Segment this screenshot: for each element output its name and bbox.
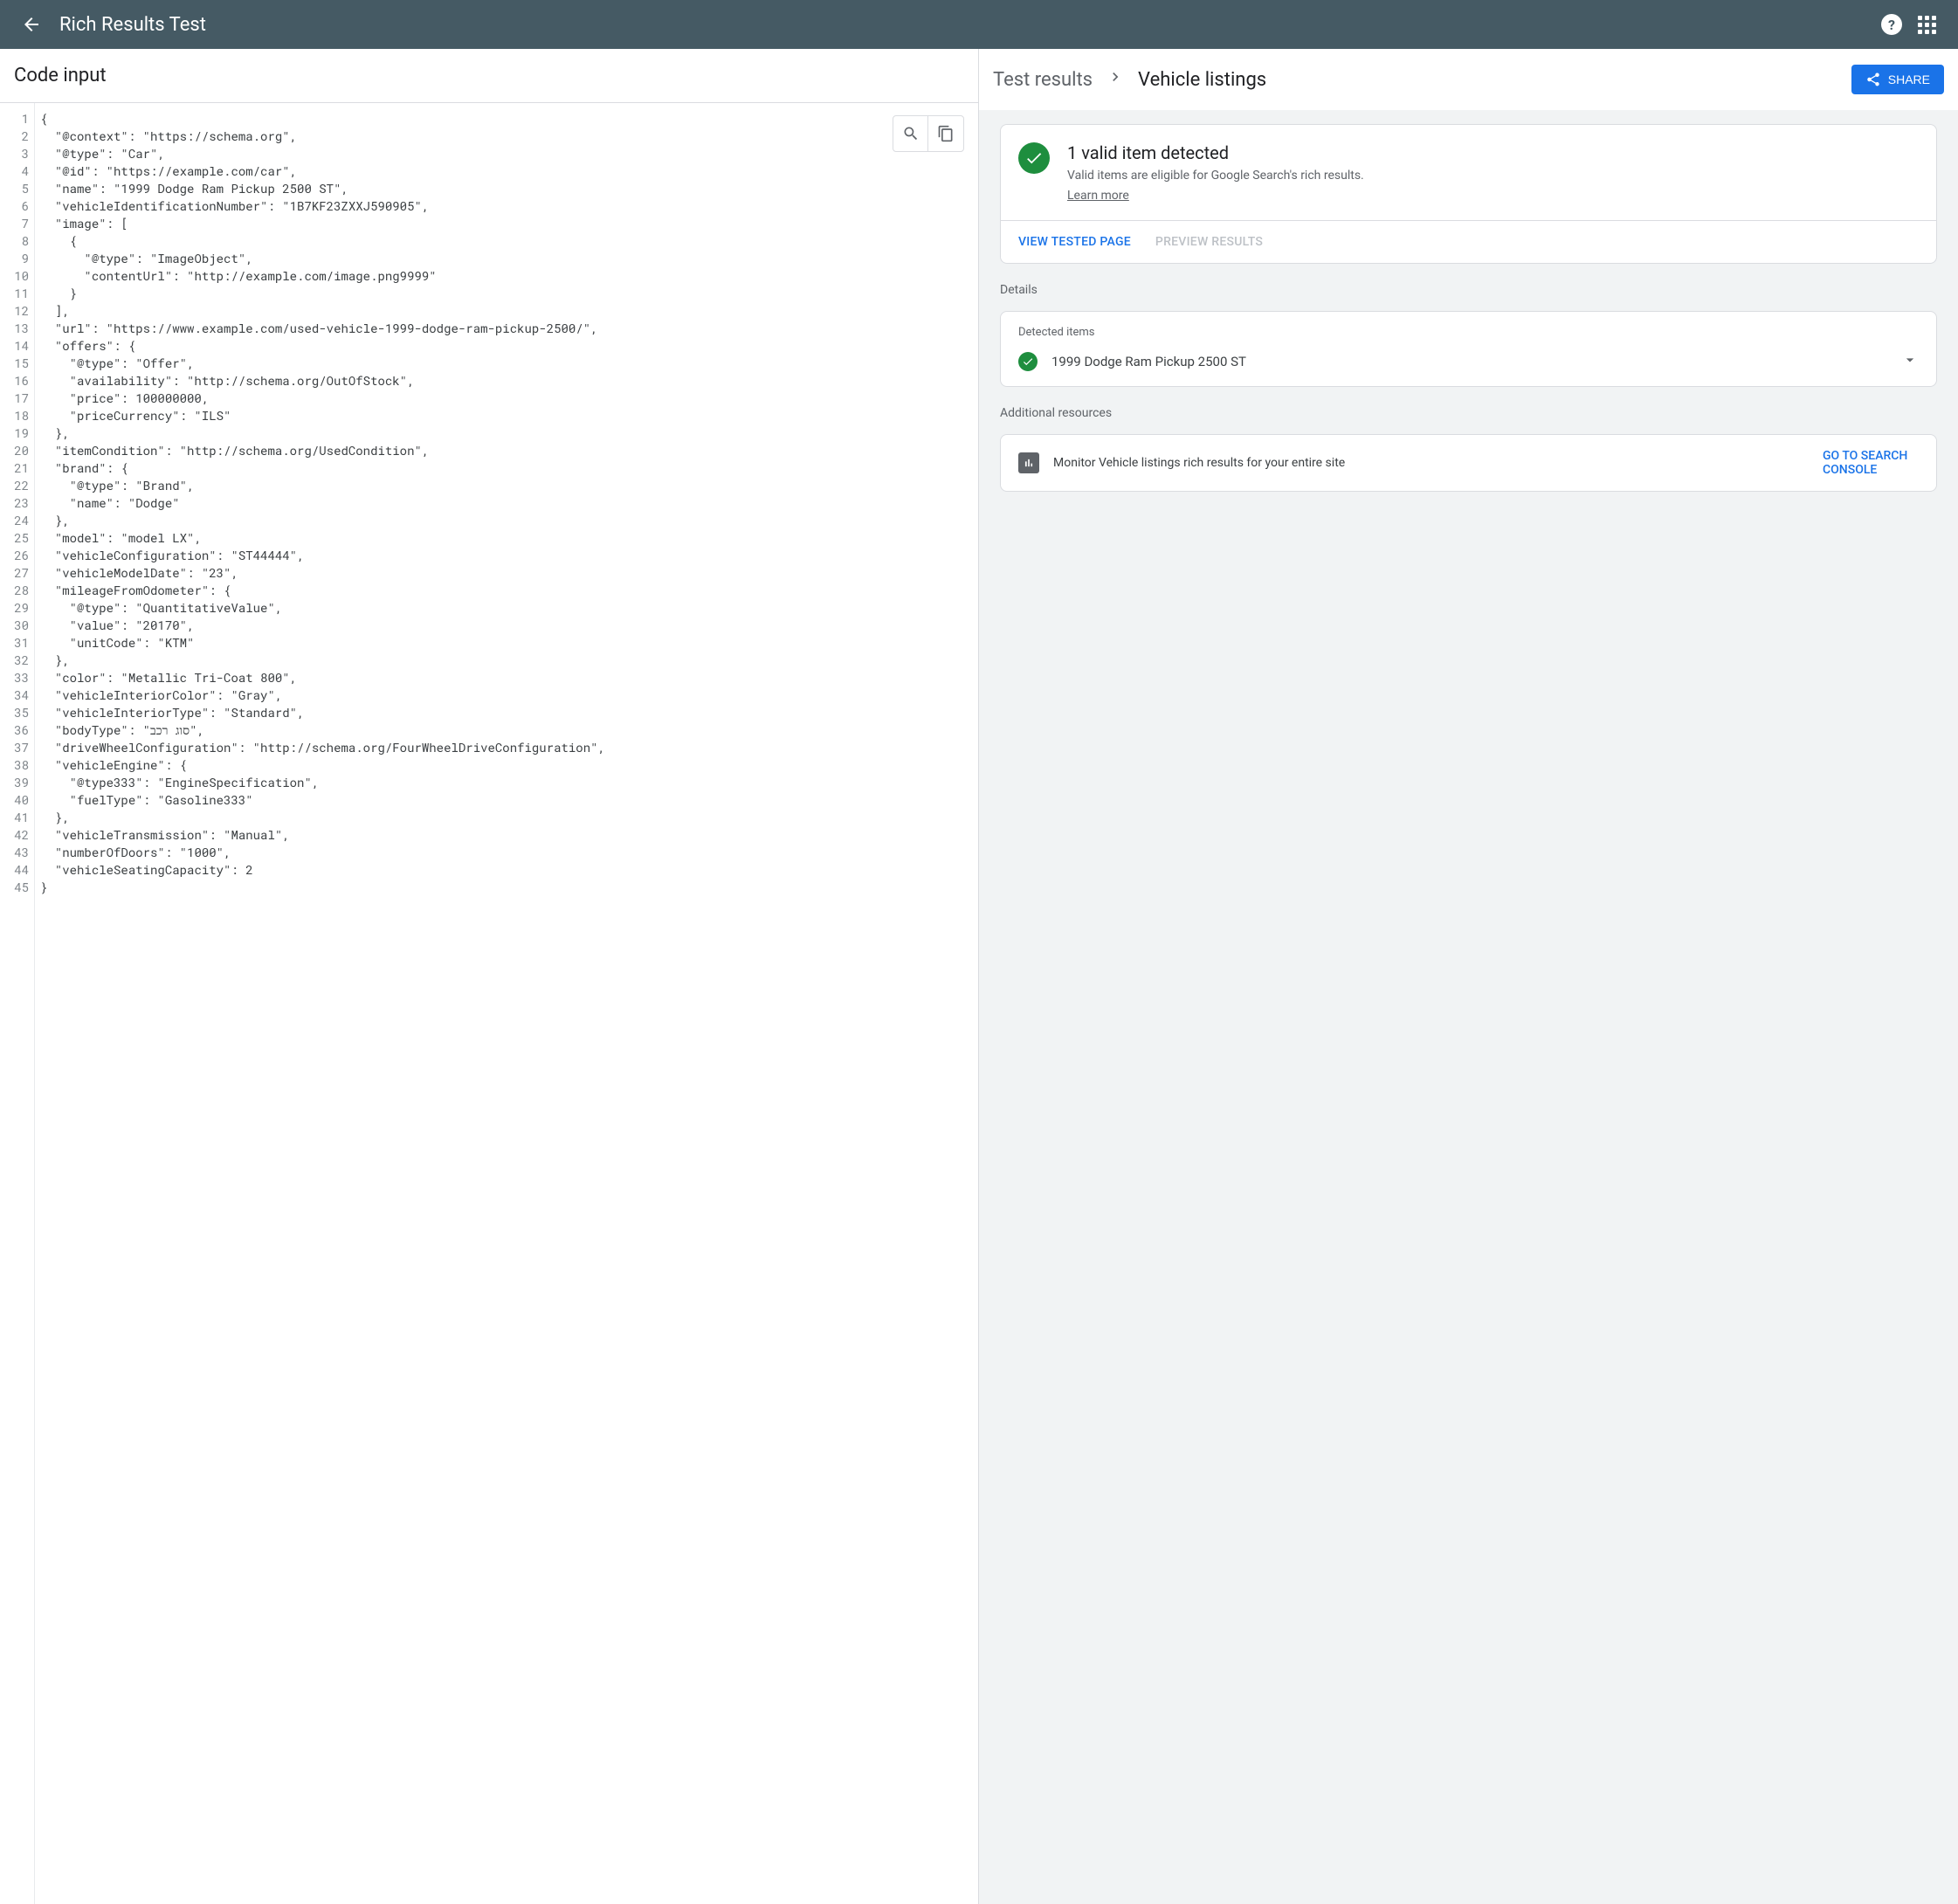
code-input-panel: Code input 12345678910111213141516171819… xyxy=(0,49,979,1904)
detected-item-row[interactable]: 1999 Dodge Ram Pickup 2500 ST xyxy=(1018,351,1919,372)
chevron-down-icon xyxy=(1901,351,1919,372)
preview-results-link: PREVIEW RESULTS xyxy=(1155,235,1263,249)
share-icon xyxy=(1865,72,1881,87)
main-split: Code input 12345678910111213141516171819… xyxy=(0,49,1958,1904)
resource-card: Monitor Vehicle listings rich results fo… xyxy=(1000,434,1937,492)
help-icon: ? xyxy=(1881,14,1902,35)
apps-icon xyxy=(1918,16,1936,34)
view-tested-page-link[interactable]: VIEW TESTED PAGE xyxy=(1018,235,1131,249)
detected-items-heading: Detected items xyxy=(1018,326,1919,339)
status-card: 1 valid item detected Valid items are el… xyxy=(1000,124,1937,264)
bar-chart-icon xyxy=(1018,452,1039,473)
results-header: Test results Vehicle listings SHARE xyxy=(979,49,1958,110)
status-desc: Valid items are eligible for Google Sear… xyxy=(1067,169,1364,183)
results-body: 1 valid item detected Valid items are el… xyxy=(979,110,1958,513)
app-title: Rich Results Test xyxy=(59,14,1874,36)
go-to-console-link[interactable]: GO TO SEARCH CONSOLE xyxy=(1823,449,1919,477)
search-icon xyxy=(902,125,920,142)
code-editor[interactable]: 1234567891011121314151617181920212223242… xyxy=(0,102,978,1904)
card-tabs: VIEW TESTED PAGE PREVIEW RESULTS xyxy=(1001,220,1936,263)
line-gutter: 1234567891011121314151617181920212223242… xyxy=(0,103,35,1904)
share-button[interactable]: SHARE xyxy=(1851,65,1944,94)
copy-icon xyxy=(937,125,955,142)
search-code-button[interactable] xyxy=(893,116,928,151)
apps-button[interactable] xyxy=(1909,7,1944,42)
back-button[interactable] xyxy=(14,7,49,42)
copy-code-button[interactable] xyxy=(928,116,963,151)
share-label: SHARE xyxy=(1888,72,1930,86)
chevron-right-icon xyxy=(1107,68,1124,91)
app-header: Rich Results Test ? xyxy=(0,0,1958,49)
breadcrumb-root[interactable]: Test results xyxy=(993,69,1093,91)
check-icon xyxy=(1018,142,1050,174)
code-content[interactable]: { "@context": "https://schema.org", "@ty… xyxy=(35,103,978,1904)
help-button[interactable]: ? xyxy=(1874,7,1909,42)
results-panel: Test results Vehicle listings SHARE 1 va… xyxy=(979,49,1958,1904)
code-toolbar xyxy=(893,115,964,152)
details-label: Details xyxy=(1000,283,1937,297)
resources-label: Additional resources xyxy=(1000,406,1937,420)
detected-item-name: 1999 Dodge Ram Pickup 2500 ST xyxy=(1051,354,1887,369)
resource-text: Monitor Vehicle listings rich results fo… xyxy=(1053,456,1809,470)
detected-items-card: Detected items 1999 Dodge Ram Pickup 250… xyxy=(1000,311,1937,387)
check-icon xyxy=(1018,352,1038,371)
learn-more-link[interactable]: Learn more xyxy=(1067,189,1129,203)
status-title: 1 valid item detected xyxy=(1067,142,1364,163)
breadcrumb-current: Vehicle listings xyxy=(1138,69,1266,91)
code-input-heading: Code input xyxy=(0,49,978,102)
arrow-back-icon xyxy=(21,14,42,35)
